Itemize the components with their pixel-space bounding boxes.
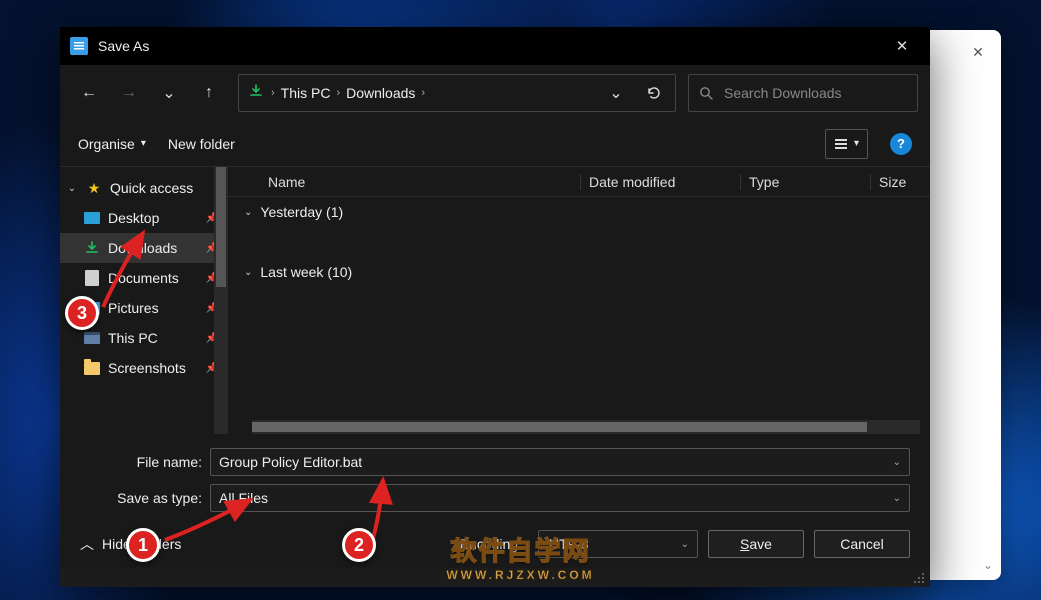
filename-input[interactable]: Group Policy Editor.bat ⌄ xyxy=(210,448,910,476)
resize-grip-icon[interactable] xyxy=(912,569,926,583)
search-placeholder: Search Downloads xyxy=(724,85,842,101)
sidebar-quick-access[interactable]: ⌄ ★ Quick access xyxy=(60,173,228,203)
search-icon xyxy=(699,86,714,101)
help-button[interactable]: ? xyxy=(890,133,912,155)
column-name[interactable]: Name xyxy=(268,174,580,190)
crumb-sep-icon: › xyxy=(421,87,425,99)
desktop-icon xyxy=(84,210,100,226)
column-type[interactable]: Type xyxy=(740,174,870,190)
savetype-select[interactable]: All Files ⌄ xyxy=(210,484,910,512)
bg-window-scroll-down-icon[interactable]: ⌄ xyxy=(983,558,993,572)
caret-down-icon: ▾ xyxy=(854,138,859,149)
nav-back-button[interactable]: ← xyxy=(72,76,106,110)
nav-up-button[interactable]: ↑ xyxy=(192,76,226,110)
save-button[interactable]: Save xyxy=(708,530,804,558)
column-headers: Name Date modified Type Size xyxy=(228,167,930,197)
documents-icon xyxy=(84,270,100,286)
chevron-down-icon: ⌄ xyxy=(244,207,252,218)
nav-forward-button[interactable]: → xyxy=(112,76,146,110)
dialog-title: Save As xyxy=(98,38,880,54)
file-group-last-week[interactable]: ⌄ Last week (10) xyxy=(228,257,930,287)
encoding-select[interactable]: UTF-8 ⌄ xyxy=(538,530,698,558)
folder-icon xyxy=(84,360,100,376)
column-date-modified[interactable]: Date modified xyxy=(580,174,740,190)
chevron-up-icon: ︿ xyxy=(80,534,94,554)
new-folder-button[interactable]: New folder xyxy=(168,136,235,152)
chevron-down-icon[interactable]: ⌄ xyxy=(681,539,689,550)
chevron-down-icon[interactable]: ⌄ xyxy=(893,493,901,504)
dialog-body: ⌄ ★ Quick access Desktop 📌 Downloads 📌 D… xyxy=(60,167,930,434)
encoding-label: Encoding: xyxy=(460,536,522,552)
list-view-icon xyxy=(834,137,848,151)
savetype-label: Save as type: xyxy=(80,490,210,506)
this-pc-icon xyxy=(84,330,100,346)
form-area: File name: Group Policy Editor.bat ⌄ Sav… xyxy=(60,434,930,568)
view-mode-button[interactable]: ▾ xyxy=(825,129,868,159)
star-icon: ★ xyxy=(86,180,102,196)
sidebar-item-screenshots[interactable]: Screenshots 📌 xyxy=(60,353,228,383)
bg-window-close-icon[interactable]: ✕ xyxy=(955,32,1001,72)
file-list-pane: Name Date modified Type Size ⌄ Yesterday… xyxy=(228,167,930,434)
chevron-down-icon: ⌄ xyxy=(244,267,252,278)
chevron-down-icon: ⌄ xyxy=(66,183,78,194)
sidebar-item-downloads[interactable]: Downloads 📌 xyxy=(60,233,228,263)
sidebar-item-documents[interactable]: Documents 📌 xyxy=(60,263,228,293)
crumb-sep-icon: › xyxy=(336,87,340,99)
search-input[interactable]: Search Downloads xyxy=(688,74,918,112)
notepad-app-icon xyxy=(70,37,88,55)
organise-button[interactable]: Organise ▾ xyxy=(78,136,146,152)
save-as-dialog: Save As ✕ ← → ⌄ ↑ › This PC › Downloads … xyxy=(60,27,930,587)
annotation-marker-2: 2 xyxy=(342,528,376,562)
downloads-folder-icon xyxy=(249,84,263,103)
annotation-marker-3: 3 xyxy=(65,296,99,330)
annotation-marker-1: 1 xyxy=(126,528,160,562)
sidebar-scrollbar[interactable] xyxy=(214,167,228,434)
crumb-sep-icon: › xyxy=(271,87,275,99)
filename-label: File name: xyxy=(80,454,210,470)
sidebar-item-desktop[interactable]: Desktop 📌 xyxy=(60,203,228,233)
column-size[interactable]: Size xyxy=(870,174,930,190)
refresh-button[interactable] xyxy=(639,78,669,108)
dialog-close-button[interactable]: ✕ xyxy=(880,27,924,65)
downloads-icon xyxy=(84,240,100,256)
navigation-row: ← → ⌄ ↑ › This PC › Downloads › ⌄ Search… xyxy=(60,65,930,121)
file-group-yesterday[interactable]: ⌄ Yesterday (1) xyxy=(228,197,930,227)
cancel-button[interactable]: Cancel xyxy=(814,530,910,558)
toolbar: Organise ▾ New folder ▾ ? xyxy=(60,121,930,167)
address-bar[interactable]: › This PC › Downloads › ⌄ xyxy=(238,74,676,112)
address-dropdown-icon[interactable]: ⌄ xyxy=(601,78,631,108)
dialog-titlebar: Save As ✕ xyxy=(60,27,930,65)
crumb-downloads[interactable]: Downloads xyxy=(346,85,415,101)
horizontal-scrollbar[interactable] xyxy=(252,420,920,434)
chevron-down-icon[interactable]: ⌄ xyxy=(893,457,901,468)
caret-down-icon: ▾ xyxy=(141,138,146,149)
nav-recent-button[interactable]: ⌄ xyxy=(152,76,186,110)
crumb-this-pc[interactable]: This PC xyxy=(281,85,331,101)
